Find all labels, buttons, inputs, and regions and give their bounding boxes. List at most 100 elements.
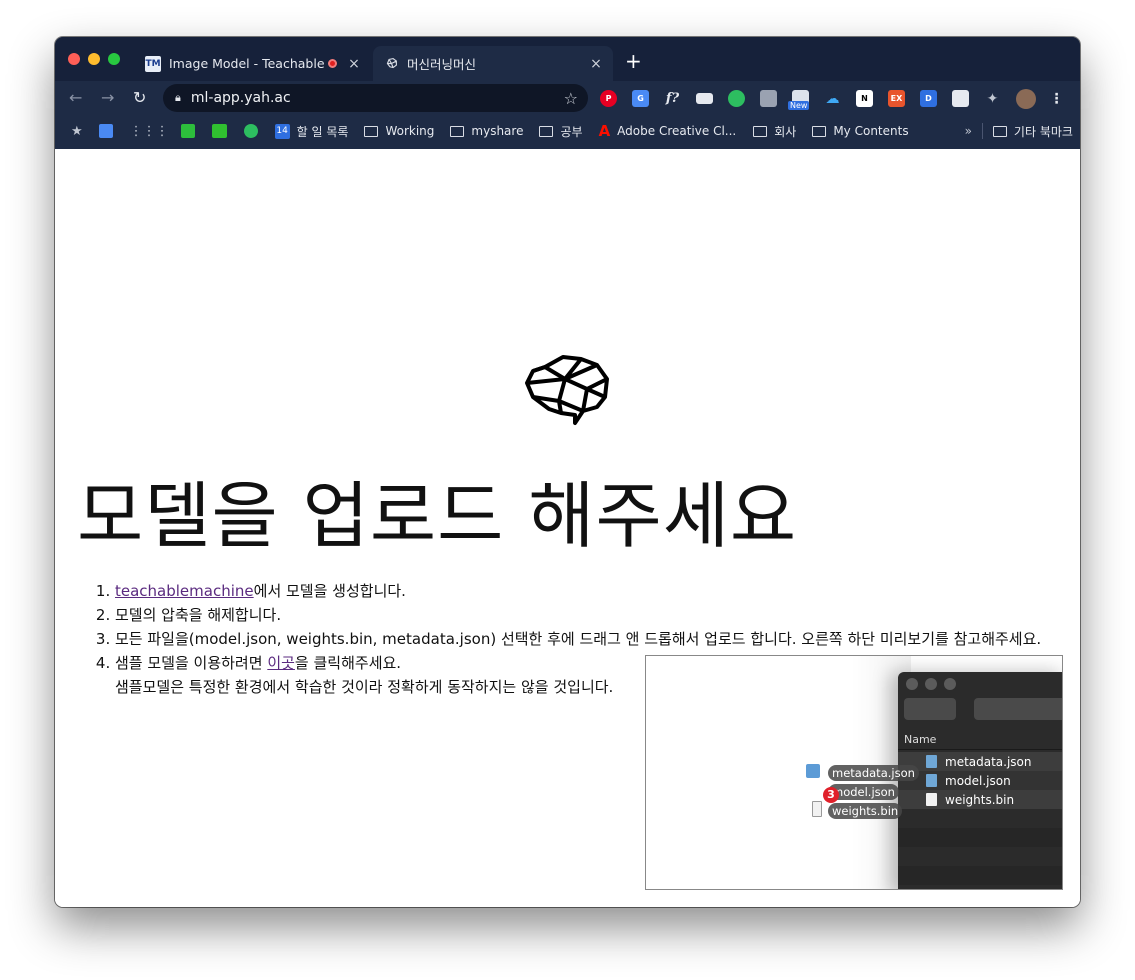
tm-favicon-icon: TM <box>145 55 161 72</box>
brain-logo-icon <box>525 355 609 425</box>
extensions-puzzle-icon[interactable]: ✦ <box>984 90 1001 107</box>
window-controls <box>68 53 120 65</box>
bookmark-star-icon[interactable]: ★ <box>71 124 83 139</box>
bookmark-todo[interactable]: 14 할 일 목록 <box>274 123 348 140</box>
new-tab-button[interactable]: + <box>625 51 642 71</box>
close-window-button[interactable] <box>68 53 80 65</box>
json-file-icon <box>926 755 937 768</box>
adobe-icon: A <box>598 122 611 140</box>
blog-bookmark-icon[interactable] <box>211 124 227 138</box>
new-badge: New <box>788 101 810 110</box>
bookmark-myshare[interactable]: myshare <box>450 124 523 138</box>
tab-ml-machine[interactable]: 머신러닝머신 × <box>373 46 613 81</box>
finder-window: Name metadata.json model.json weights.bi… <box>898 672 1062 889</box>
tab-strip: TM Image Model - Teachable M × 머신러닝머신 × … <box>55 37 1080 81</box>
page-title: 모델을 업로드 해주세요 <box>77 474 798 558</box>
file-row: metadata.json <box>898 752 1062 771</box>
cloud-icon[interactable]: ☁ <box>824 90 841 107</box>
folder-icon <box>364 125 379 137</box>
bookmark-study[interactable]: 공부 <box>539 123 583 140</box>
bookmark-company[interactable]: 회사 <box>753 123 796 140</box>
drag-label: metadata.json <box>828 765 919 781</box>
column-header-name: Name <box>898 730 1062 750</box>
profile-avatar[interactable] <box>1016 89 1036 109</box>
recording-icon <box>328 59 337 68</box>
upload-preview-image: Name metadata.json model.json weights.bi… <box>645 655 1063 890</box>
folder-icon <box>753 125 768 137</box>
lock-icon: 🔒︎ <box>175 91 181 104</box>
folder-icon <box>450 125 465 137</box>
calendar-icon: 14 <box>274 123 290 139</box>
bookmark-adobe[interactable]: A Adobe Creative Cl... <box>599 122 737 140</box>
translate-icon[interactable]: G <box>632 90 649 107</box>
finder-view-buttons <box>974 698 1062 720</box>
list-item: 모든 파일을(model.json, weights.bin, metadata… <box>115 627 1041 651</box>
maximize-window-button[interactable] <box>108 53 120 65</box>
finder-window-controls <box>906 678 956 690</box>
step-text: 샘플 모델을 이용하려면 <box>115 654 268 672</box>
camera-icon[interactable] <box>760 90 777 107</box>
pen-icon[interactable] <box>952 90 969 107</box>
bracket-icon[interactable]: D <box>920 90 937 107</box>
green-bookmark-icon[interactable] <box>180 124 195 138</box>
tab-close-button[interactable]: × <box>345 56 363 72</box>
bookmark-label: My Contents <box>833 124 909 138</box>
bookmark-divider <box>981 123 983 139</box>
file-name: metadata.json <box>945 754 1032 769</box>
empty-row <box>898 866 1062 885</box>
forward-arrow-icon[interactable]: → <box>101 88 114 107</box>
minimize-window-button[interactable] <box>88 53 100 65</box>
folder-icon <box>992 125 1007 137</box>
tab-teachable-machine[interactable]: TM Image Model - Teachable M × <box>135 46 371 81</box>
page-content: 모델을 업로드 해주세요 teachablemachine에서 모델을 생성합니… <box>55 149 1080 907</box>
formula-icon[interactable]: f? <box>664 90 681 107</box>
evernote-bookmark-icon[interactable] <box>243 124 258 138</box>
bookmark-label: Working <box>385 124 435 138</box>
menu-dots-icon[interactable]: ⋮ <box>1048 90 1065 107</box>
file-name: weights.bin <box>945 792 1015 807</box>
reload-icon[interactable]: ↻ <box>133 88 146 107</box>
tab-title: Image Model - Teachable M <box>169 56 328 71</box>
brain-favicon-icon <box>383 56 399 72</box>
list-item: teachablemachine에서 모델을 생성합니다. <box>115 579 1041 603</box>
translate-bookmark-icon[interactable] <box>98 124 113 138</box>
file-row: model.json <box>898 771 1062 790</box>
bookmark-other[interactable]: 기타 북마크 <box>992 123 1073 140</box>
folder-icon <box>812 125 827 137</box>
bookmark-label: Adobe Creative Cl... <box>617 124 737 138</box>
sample-model-link[interactable]: 이곳 <box>267 654 295 672</box>
drag-label: weights.bin <box>828 803 903 819</box>
bookmark-label: 회사 <box>774 124 797 139</box>
empty-row <box>898 828 1062 847</box>
drag-file-icon <box>806 764 820 778</box>
toolbar: ← → ↻ 🔒︎ ml-app.yah.ac ☆ P G f? New ☁ N … <box>55 81 1080 115</box>
step-note: 샘플모델은 특정한 환경에서 학습한 것이라 정확하게 동작하지는 않을 것입니… <box>115 678 614 696</box>
notion-icon[interactable]: N <box>856 90 873 107</box>
back-arrow-icon[interactable]: ← <box>69 88 82 107</box>
bookmarks-bar: ★ ⋮⋮⋮ 14 할 일 목록 Working myshare 공부 A Ado… <box>55 117 1080 145</box>
browser-window: TM Image Model - Teachable M × 머신러닝머신 × … <box>55 37 1080 907</box>
step-text: 을 클릭해주세요. <box>294 654 402 672</box>
teachablemachine-link[interactable]: teachablemachine <box>115 582 254 600</box>
url-text[interactable]: ml-app.yah.ac <box>191 90 564 106</box>
bookmark-overflow-button[interactable]: » <box>965 124 972 138</box>
finder-nav-buttons <box>904 698 956 720</box>
bookmark-label: myshare <box>471 124 524 138</box>
evernote-icon[interactable] <box>728 90 745 107</box>
file-row: weights.bin <box>898 790 1062 809</box>
browser-chrome: TM Image Model - Teachable M × 머신러닝머신 × … <box>55 37 1080 149</box>
pinterest-icon[interactable]: P <box>600 90 617 107</box>
tab-title: 머신러닝머신 <box>407 57 477 72</box>
bookmark-label: 기타 북마크 <box>1013 124 1073 139</box>
apps-grid-icon[interactable]: ⋮⋮⋮ <box>130 124 169 139</box>
json-file-icon <box>926 774 937 787</box>
bookmark-working[interactable]: Working <box>364 124 434 138</box>
address-bar[interactable]: 🔒︎ ml-app.yah.ac ☆ <box>163 84 588 112</box>
bookmark-my-contents[interactable]: My Contents <box>812 124 909 138</box>
bookmark-star-icon[interactable]: ☆ <box>564 89 578 108</box>
fx-icon[interactable]: EX <box>888 90 905 107</box>
tab-close-button[interactable]: × <box>587 56 605 72</box>
list-item: 모델의 압축을 해제합니다. <box>115 603 1041 627</box>
screen-icon[interactable] <box>696 93 713 104</box>
bookmark-label: 공부 <box>560 124 583 139</box>
